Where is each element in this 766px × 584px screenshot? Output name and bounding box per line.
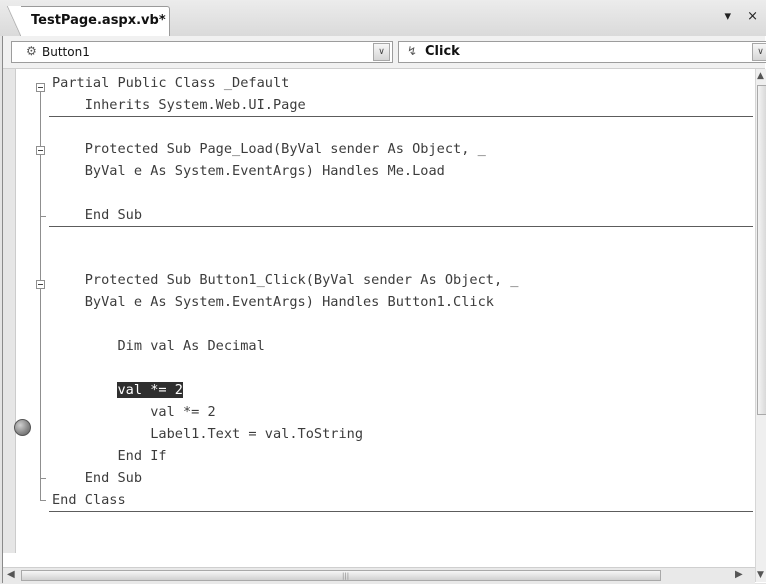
breakpoint-highlight[interactable]: val *= 2: [117, 382, 183, 398]
horizontal-scroll-thumb[interactable]: |||: [21, 570, 661, 581]
outline-end-tick: [40, 478, 46, 479]
collapse-icon[interactable]: [36, 83, 45, 92]
code-text[interactable]: Partial Public Class _Default Inherits S…: [3, 36, 753, 512]
event-lightning-icon: ↯: [407, 44, 418, 58]
code-line[interactable]: Inherits System.Web.UI.Page: [52, 97, 306, 113]
method-separator: [49, 226, 753, 227]
scroll-right-icon[interactable]: ▶: [735, 569, 743, 580]
code-line[interactable]: Partial Public Class _Default: [52, 75, 289, 91]
vertical-scroll-thumb[interactable]: [757, 85, 766, 415]
code-line[interactable]: Protected Sub Button1_Click(ByVal sender…: [52, 272, 519, 288]
outline-end-tick: [40, 500, 46, 501]
breakpoint-icon[interactable]: [14, 419, 31, 436]
horizontal-scrollbar[interactable]: ◀ ||| ▶: [3, 567, 755, 584]
code-line[interactable]: End Sub: [52, 207, 142, 223]
class-name-combo-value: Button1: [42, 45, 90, 59]
outline-end-tick: [40, 216, 46, 217]
code-line[interactable]: Protected Sub Page_Load(ByVal sender As …: [52, 141, 486, 157]
navigation-bar: ⚙ Button1 ∨ ↯ Click ∨: [3, 36, 766, 69]
method-separator: [49, 116, 753, 117]
code-line[interactable]: ByVal e As System.EventArgs) Handles But…: [52, 294, 494, 310]
code-line-breakpoint[interactable]: val *= 2: [52, 382, 183, 398]
code-line[interactable]: End Sub: [52, 470, 142, 486]
class-name-combo[interactable]: ⚙ Button1 ∨: [11, 41, 393, 63]
collapse-icon[interactable]: [36, 280, 45, 289]
document-tab-strip: TestPage.aspx.vb* ▾ ×: [0, 0, 766, 37]
scroll-up-icon[interactable]: ▲: [757, 71, 764, 81]
method-name-combo[interactable]: ↯ Click ∨: [398, 41, 766, 63]
method-name-combo-value: Click: [425, 44, 460, 59]
code-line[interactable]: End If: [52, 448, 166, 464]
scroll-down-icon[interactable]: ▼: [757, 570, 764, 580]
tab-window-controls[interactable]: ▾ ×: [724, 9, 764, 24]
code-line[interactable]: val *= 2: [52, 404, 215, 420]
scroll-left-icon[interactable]: ◀: [7, 569, 15, 580]
chevron-down-icon[interactable]: ∨: [752, 43, 766, 61]
grip-icon: |||: [342, 572, 350, 580]
code-line[interactable]: End Class: [52, 492, 126, 508]
document-tab[interactable]: TestPage.aspx.vb*: [7, 6, 170, 37]
chevron-down-icon[interactable]: ∨: [373, 43, 390, 61]
code-editor[interactable]: ⚙ Button1 ∨ ↯ Click ∨ Partial Public Cla…: [2, 36, 766, 584]
method-separator: [49, 511, 753, 512]
code-line[interactable]: ByVal e As System.EventArgs) Handles Me.…: [52, 163, 445, 179]
code-line[interactable]: Label1.Text = val.ToString: [52, 426, 363, 442]
collapse-icon[interactable]: [36, 146, 45, 155]
code-line[interactable]: Dim val As Decimal: [52, 338, 264, 354]
vertical-scrollbar[interactable]: ▲ ▼: [755, 69, 766, 582]
